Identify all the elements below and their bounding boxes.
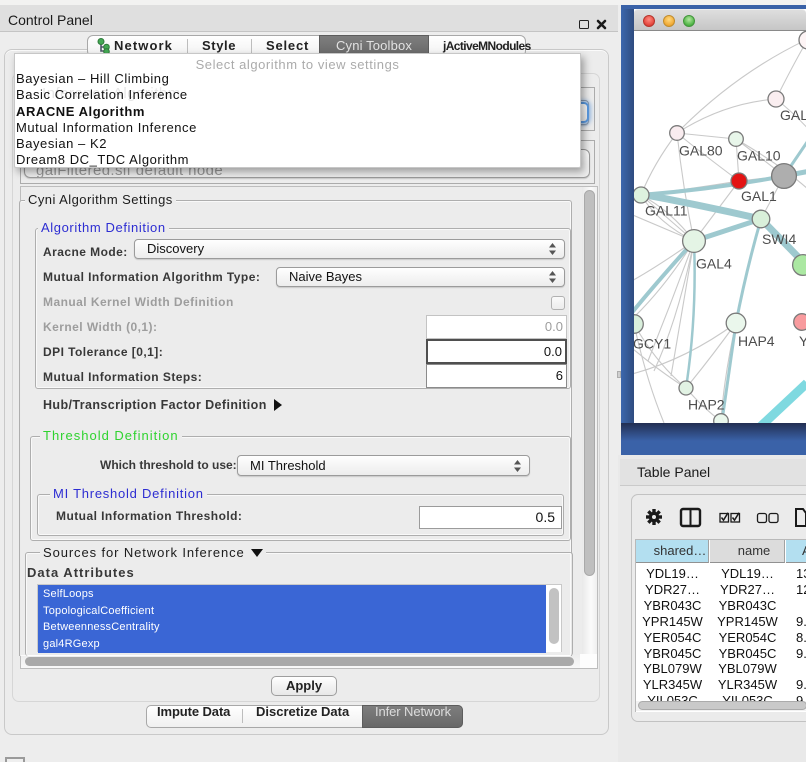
svg-text:GAL11: GAL11 [645, 203, 688, 219]
svg-text:GAL4: GAL4 [696, 256, 732, 272]
svg-text:HAP4: HAP4 [738, 333, 775, 349]
svg-text:SWI4: SWI4 [762, 231, 796, 247]
svg-text:GAL80: GAL80 [679, 143, 723, 159]
svg-text:GAL1: GAL1 [741, 188, 777, 204]
svg-text:GAL10: GAL10 [737, 148, 781, 164]
svg-text:GAL2: GAL2 [780, 107, 806, 123]
svg-text:YD: YD [799, 333, 806, 349]
svg-text:HAP2: HAP2 [688, 397, 725, 413]
svg-text:GCY1: GCY1 [634, 336, 671, 352]
